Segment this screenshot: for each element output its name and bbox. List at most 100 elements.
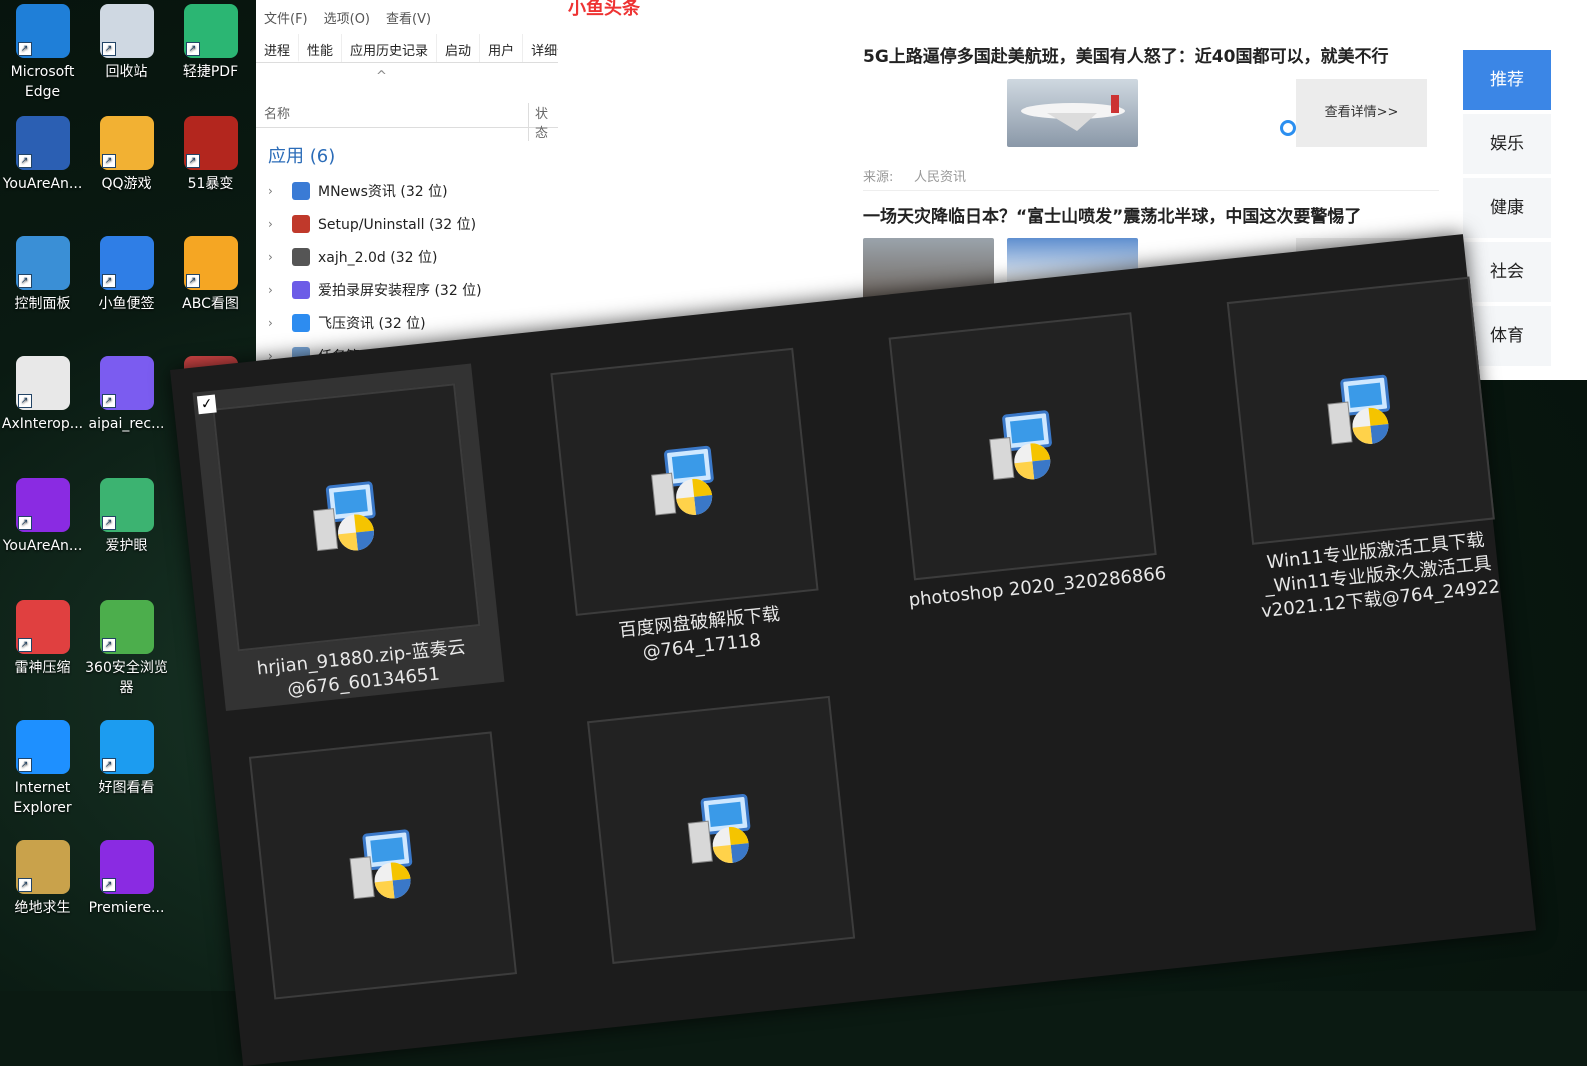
desktop-shortcut-label: QQ游戏 (101, 176, 152, 192)
menu-file[interactable]: 文件(F) (264, 8, 308, 27)
shortcut-arrow-icon: ↗ (185, 274, 200, 288)
process-row[interactable]: › Setup/Uninstall (32 位) (256, 207, 558, 240)
apps-group-header[interactable]: 应用 (6) (256, 128, 558, 174)
shortcut-arrow-icon: ↗ (101, 394, 116, 408)
menu-view[interactable]: 查看(V) (386, 8, 431, 27)
shortcut-arrow-icon: ↗ (17, 394, 32, 408)
process-name: MNews资讯 (32 位) (318, 183, 448, 200)
installer-icon (1327, 374, 1391, 445)
installer-icon (989, 410, 1052, 481)
tab-health[interactable]: 健康 (1463, 178, 1551, 238)
tab-startup[interactable]: 启动 (437, 34, 481, 62)
file-thumbnail (550, 347, 819, 616)
desktop-shortcut-label: YouAreAn... (2, 538, 83, 554)
edge-icon: ↗ (15, 4, 70, 58)
file-item[interactable]: photoshop 2020_320286866 (869, 292, 1181, 640)
desktop-shortcut[interactable]: ↗ 雷神压缩 (0, 596, 85, 706)
airplane-image[interactable] (1007, 79, 1138, 147)
desktop-shortcut[interactable]: ↗ 绝地求生 (0, 836, 85, 946)
file-thumbnail (587, 695, 856, 964)
column-status[interactable]: 状态 (528, 103, 558, 141)
image-viewer-icon: ↗ (99, 720, 154, 774)
desktop-shortcut[interactable]: ↗ Internet Explorer (0, 716, 85, 826)
shortcut-arrow-icon: ↗ (17, 758, 32, 772)
chevron-right-icon[interactable]: › (268, 184, 292, 198)
process-row[interactable]: › xajh_2.0d (32 位) (256, 240, 558, 273)
file-thumbnail (248, 731, 518, 1000)
article-title-1[interactable]: 5G上路逼停多国赴美航班，美国有人怒了：近40国都可以，就美不行 (863, 42, 1388, 67)
process-name: 飞压资讯 (32 位) (318, 315, 426, 332)
shortcut-arrow-icon: ↗ (101, 758, 116, 772)
file-item[interactable] (567, 676, 879, 1024)
desktop-shortcut[interactable]: ↗ aipai_rec... (84, 352, 169, 462)
menu-options[interactable]: 选项(O) (324, 8, 370, 27)
sort-arrow-icon[interactable]: ^ (376, 69, 387, 84)
process-row[interactable]: › 爱拍录屏安装程序 (32 位) (256, 273, 558, 306)
desktop-shortcut[interactable]: ↗ 51暴变 (168, 112, 253, 222)
process-name: Setup/Uninstall (32 位) (318, 216, 477, 233)
desktop-shortcut[interactable]: ↗ Microsoft Edge (0, 0, 85, 110)
file-item[interactable]: ✓ hrjian_91880.zip-蓝奏云 @676_60134651 (192, 363, 505, 712)
desktop-shortcut[interactable]: ↗ ABC看图 (168, 232, 253, 342)
installer-icon (349, 829, 413, 900)
desktop-shortcut[interactable]: ↗ YouAreAn... (0, 474, 85, 584)
desktop-shortcut[interactable]: ↗ 360安全浏览 器 (84, 596, 169, 706)
tab-users[interactable]: 用户 (480, 34, 524, 62)
desktop-shortcut[interactable]: ↗ 轻捷PDF (168, 0, 253, 110)
desktop-shortcut[interactable]: ↗ AxInterop... (0, 352, 85, 462)
dll-file-icon: ↗ (15, 356, 70, 410)
game-51-icon: ↗ (183, 116, 238, 170)
source-name[interactable]: 人民资讯 (914, 166, 966, 185)
shortcut-arrow-icon: ↗ (101, 154, 116, 168)
file-thumbnail (888, 312, 1157, 581)
shortcut-arrow-icon: ↗ (101, 274, 116, 288)
desktop-shortcut[interactable]: ↗ 控制面板 (0, 232, 85, 342)
desktop-shortcut-label: 控制面板 (14, 296, 71, 312)
desktop-shortcut-label: 小鱼便签 (98, 296, 155, 312)
desktop-shortcut[interactable]: ↗ QQ游戏 (84, 112, 169, 222)
article-title-2[interactable]: 一场天灾降临日本？“富士山喷发”震荡北半球，中国这次要警惕了 (863, 202, 1361, 227)
tab-entertainment[interactable]: 娱乐 (1463, 114, 1551, 174)
tab-recommend[interactable]: 推荐 (1463, 50, 1551, 110)
desktop-shortcut-label: AxInterop... (1, 416, 84, 432)
tab-performance[interactable]: 性能 (299, 34, 343, 62)
view-details-button-1[interactable]: 查看详情>> (1296, 79, 1427, 147)
desktop-shortcut[interactable]: ↗ 好图看看 (84, 716, 169, 826)
desktop-shortcut-label: ABC看图 (182, 296, 239, 312)
file-item[interactable] (229, 712, 541, 1060)
desktop-shortcut-label: Premiere... (88, 900, 165, 916)
installer-icon (312, 481, 376, 552)
chevron-right-icon[interactable]: › (268, 217, 292, 231)
process-name: xajh_2.0d (32 位) (318, 249, 438, 266)
desktop-shortcut[interactable]: ↗ Premiere... (84, 836, 169, 946)
file-thumbnail (212, 383, 481, 652)
aipai-recorder-icon: ↗ (99, 356, 154, 410)
tab-processes[interactable]: 进程 (256, 34, 300, 62)
chevron-right-icon[interactable]: › (268, 283, 292, 297)
desktop-shortcut[interactable]: ↗ 爱护眼 (84, 474, 169, 584)
divider (863, 190, 1439, 191)
aipai-icon (292, 280, 310, 299)
winrar-icon: ↗ (15, 478, 70, 532)
notes-icon: ↗ (99, 236, 154, 290)
premiere-icon: ↗ (99, 840, 154, 894)
desktop-shortcut[interactable]: ↗ 小鱼便签 (84, 232, 169, 342)
file-item[interactable]: 百度网盘破解版下载 @764_17118 (531, 328, 843, 676)
tab-app-history[interactable]: 应用历史记录 (342, 34, 438, 62)
desktop-shortcut[interactable]: ↗ YouAreAn... (0, 112, 85, 222)
file-item[interactable]: Win11专业版激活工具下载 _Win11专业版永久激活工具 v2021.12下… (1207, 257, 1519, 622)
shortcut-arrow-icon: ↗ (17, 274, 32, 288)
desktop-shortcut-label: aipai_rec... (88, 416, 165, 432)
process-row[interactable]: › MNews资讯 (32 位) (256, 174, 558, 207)
shortcut-arrow-icon: ↗ (185, 42, 200, 56)
column-name[interactable]: 名称 (264, 103, 290, 122)
shortcut-arrow-icon: ↗ (101, 42, 116, 56)
desktop-shortcut-label: 雷神压缩 (14, 660, 71, 676)
desktop-shortcut-label: YouAreAn... (2, 176, 83, 192)
news-brand: 小鱼头条 (568, 0, 640, 19)
chevron-right-icon[interactable]: › (268, 250, 292, 264)
selection-checkbox[interactable]: ✓ (196, 394, 217, 415)
chevron-right-icon[interactable]: › (268, 316, 292, 330)
file-thumbnail (1226, 276, 1495, 545)
desktop-shortcut[interactable]: ↗ 回收站 (84, 0, 169, 110)
